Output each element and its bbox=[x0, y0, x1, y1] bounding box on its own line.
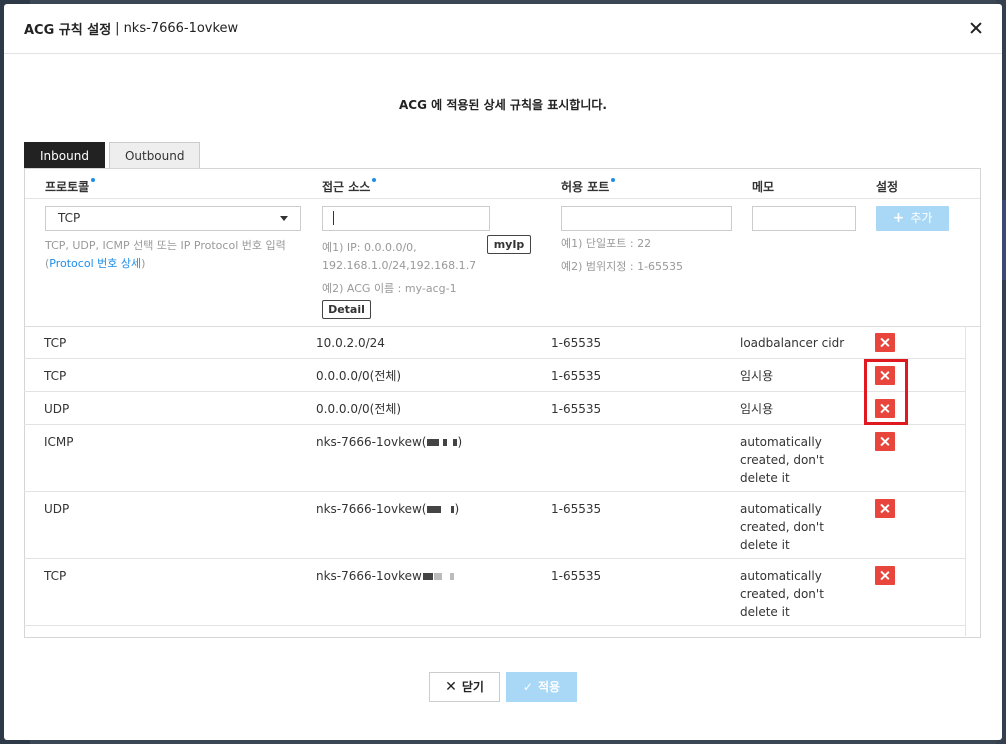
delete-rule-button[interactable] bbox=[875, 566, 895, 585]
column-protocol: 프로토콜 bbox=[45, 178, 96, 195]
source-hint-2: 예2) ACG 이름 : my-acg-1 bbox=[322, 282, 457, 295]
delete-rule-button[interactable] bbox=[875, 499, 895, 518]
scrollbar-track[interactable] bbox=[965, 326, 981, 636]
check-icon: ✓ bbox=[522, 680, 533, 694]
source-input[interactable] bbox=[322, 206, 490, 231]
close-icon: ✕ bbox=[445, 679, 457, 695]
redacted-mask bbox=[427, 506, 442, 513]
new-rule-form: TCP TCP, UDP, ICMP 선택 또는 IP Protocol 번호 … bbox=[25, 199, 980, 327]
port-hint-1: 예1) 단일포트 : 22 bbox=[561, 237, 652, 250]
required-dot-icon bbox=[611, 178, 616, 182]
protocol-number-link[interactable]: Protocol 번호 상세 bbox=[49, 257, 141, 270]
column-source: 접근 소스 bbox=[322, 178, 377, 195]
caret-down-icon bbox=[280, 216, 288, 221]
tab-outbound[interactable]: Outbound bbox=[108, 142, 201, 168]
delete-rule-button[interactable] bbox=[875, 366, 895, 385]
protocol-hint: TCP, UDP, ICMP 선택 또는 IP Protocol 번호 입력 (… bbox=[45, 239, 286, 270]
direction-tabs: Inbound Outbound bbox=[24, 142, 204, 168]
redacted-mask bbox=[427, 439, 440, 446]
tab-inbound[interactable]: Inbound bbox=[24, 142, 105, 168]
add-rule-button[interactable]: + 추가 bbox=[876, 206, 949, 231]
port-input[interactable] bbox=[561, 206, 732, 231]
required-dot-icon bbox=[91, 178, 96, 182]
delete-rule-button[interactable] bbox=[875, 432, 895, 451]
redacted-mask bbox=[422, 573, 433, 580]
table-row: UDP 0.0.0.0/0(전체) 1-65535 임시용 bbox=[24, 392, 965, 425]
modal-description: ACG 에 적용된 상세 규칙을 표시합니다. bbox=[399, 98, 607, 112]
table-row: TCP nks-7666-1ovkew 1-65535 automaticall… bbox=[24, 559, 965, 626]
modal-title: ACG 규칙 설정 bbox=[24, 23, 112, 38]
port-hint-2: 예2) 범위지정 : 1-65535 bbox=[561, 260, 684, 273]
column-memo: 메모 bbox=[752, 180, 775, 194]
detail-button[interactable]: Detail bbox=[322, 300, 371, 319]
column-port: 허용 포트 bbox=[561, 178, 616, 195]
modal-subtitle: nks-7666-1ovkew bbox=[123, 21, 239, 36]
table-row: ICMP nks-7666-1ovkew() automatically cre… bbox=[24, 425, 965, 492]
text-cursor bbox=[333, 211, 334, 225]
memo-input[interactable] bbox=[752, 206, 856, 231]
plus-icon: + bbox=[892, 210, 905, 226]
protocol-select[interactable]: TCP bbox=[45, 206, 301, 231]
source-hint-1: 예1) IP: 0.0.0.0/0, 192.168.1.0/24,192.16… bbox=[322, 241, 477, 272]
myip-button[interactable]: myIp bbox=[487, 235, 531, 254]
table-row: UDP nks-7666-1ovkew() 1-65535 automatica… bbox=[24, 492, 965, 559]
delete-rule-button[interactable] bbox=[875, 333, 895, 352]
table-header: 프로토콜 접근 소스 허용 포트 메모 설정 bbox=[25, 169, 980, 199]
delete-rule-button[interactable] bbox=[875, 399, 895, 418]
column-setting: 설정 bbox=[876, 180, 899, 194]
acg-rule-modal: ACG 규칙 설정 | nks-7666-1ovkew ACG 에 적용된 상세… bbox=[4, 4, 1002, 740]
title-separator: | bbox=[115, 21, 120, 36]
required-dot-icon bbox=[372, 178, 377, 182]
rules-list: TCP 10.0.2.0/24 1-65535 loadbalancer cid… bbox=[24, 326, 965, 626]
close-icon[interactable] bbox=[968, 20, 984, 36]
table-row: TCP 0.0.0.0/0(전체) 1-65535 임시용 bbox=[24, 359, 965, 392]
close-button[interactable]: ✕ 닫기 bbox=[429, 672, 500, 702]
modal-header: ACG 규칙 설정 | nks-7666-1ovkew bbox=[4, 4, 1002, 54]
apply-button[interactable]: ✓ 적용 bbox=[506, 672, 577, 702]
table-row: TCP 10.0.2.0/24 1-65535 loadbalancer cid… bbox=[24, 326, 965, 359]
